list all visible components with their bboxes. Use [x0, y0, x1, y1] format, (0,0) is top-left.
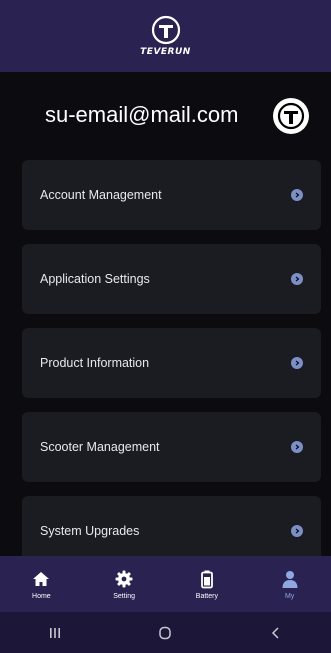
back-icon — [271, 626, 279, 639]
battery-icon — [200, 570, 213, 588]
account-row: su-email@mail.com — [0, 72, 331, 158]
chevron-right-icon — [291, 189, 303, 201]
menu-item-application-settings[interactable]: Application Settings — [22, 244, 321, 314]
menu-item-label: System Upgrades — [40, 524, 140, 538]
menu-item-account-management[interactable]: Account Management — [22, 160, 321, 230]
teverun-logo-icon — [151, 15, 180, 45]
settings-menu: Account Management Application Settings … — [22, 160, 321, 580]
chevron-right-icon — [291, 525, 303, 537]
recent-apps-icon — [50, 627, 61, 638]
tab-label: Battery — [195, 592, 218, 600]
home-icon — [33, 571, 50, 586]
menu-item-label: Application Settings — [40, 272, 150, 286]
app-header: TEVERUN — [0, 0, 331, 72]
avatar[interactable] — [273, 98, 309, 134]
tab-label: Setting — [113, 592, 136, 600]
back-nav-button[interactable] — [246, 618, 306, 648]
chevron-right-icon — [291, 357, 303, 369]
tab-label: My — [284, 592, 295, 600]
teverun-avatar-icon — [274, 99, 308, 133]
menu-item-product-information[interactable]: Product Information — [22, 328, 321, 398]
menu-item-label: Product Information — [40, 356, 150, 370]
tab-setting[interactable]: Setting — [94, 569, 154, 600]
tab-battery[interactable]: Battery — [177, 569, 237, 600]
person-icon — [282, 570, 298, 588]
account-email: su-email@mail.com — [45, 102, 239, 127]
home-nav-button[interactable] — [135, 618, 195, 648]
menu-item-label: Account Management — [40, 188, 162, 202]
home-circle-icon — [159, 626, 172, 639]
gear-icon — [115, 570, 133, 587]
chevron-right-icon — [291, 441, 303, 453]
menu-item-label: Scooter Management — [40, 440, 160, 454]
chevron-right-icon — [291, 273, 303, 285]
brand-wordmark: TEVERUN — [140, 47, 191, 57]
recent-apps-button[interactable] — [25, 618, 85, 648]
bottom-tab-bar: Home Setting Battery My — [0, 556, 331, 612]
tab-label: Home — [32, 592, 51, 600]
system-nav-bar — [0, 612, 331, 653]
tab-my[interactable]: My — [260, 569, 320, 600]
menu-item-scooter-management[interactable]: Scooter Management — [22, 412, 321, 482]
tab-home[interactable]: Home — [11, 569, 71, 600]
